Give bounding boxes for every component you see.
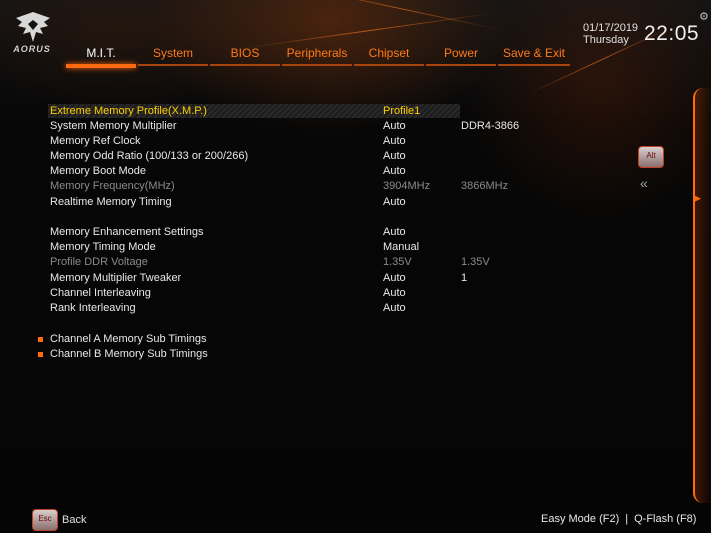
tab-underline — [498, 64, 570, 66]
setting-memory-odd-ratio[interactable]: Memory Odd Ratio (100/133 or 200/266) Au… — [50, 149, 470, 164]
setting-memory-multiplier-tweaker[interactable]: Memory Multiplier Tweaker Auto 1 — [50, 271, 470, 286]
setting-label: System Memory Multiplier — [50, 120, 177, 132]
tab-label: M.I.T. — [86, 46, 116, 60]
tab-save-exit[interactable]: Save & Exit — [498, 44, 570, 70]
back-label[interactable]: Back — [62, 514, 86, 526]
tab-underline — [426, 64, 496, 66]
tab-label: Power — [443, 46, 478, 60]
setting-current-value: DDR4-3866 — [461, 120, 520, 132]
setting-label: Memory Enhancement Settings — [50, 226, 204, 238]
footer-separator: | — [625, 513, 629, 525]
setting-memory-frequency: Memory Frequency(MHz) 3904MHz 3866MHz — [50, 179, 508, 194]
setting-realtime-memory-timing[interactable]: Realtime Memory Timing Auto — [50, 195, 470, 210]
setting-value[interactable]: Auto — [383, 286, 406, 301]
gear-icon[interactable]: ⚙ — [699, 10, 709, 23]
tab-chipset[interactable]: Chipset — [354, 44, 424, 70]
tab-label: Peripherals — [286, 46, 348, 60]
tab-bios[interactable]: BIOS — [210, 44, 280, 70]
setting-value[interactable]: Auto — [383, 149, 406, 164]
submenu-label: Channel A Memory Sub Timings — [50, 333, 207, 345]
setting-rank-interleaving[interactable]: Rank Interleaving Auto — [50, 301, 470, 316]
setting-system-memory-multiplier[interactable]: System Memory Multiplier Auto DDR4-3866 — [50, 119, 519, 134]
setting-label: Memory Ref Clock — [50, 135, 141, 147]
setting-value[interactable]: Auto — [383, 195, 406, 210]
setting-memory-enhancement[interactable]: Memory Enhancement Settings Auto — [50, 225, 470, 240]
submenu-label: Channel B Memory Sub Timings — [50, 348, 208, 360]
tab-mit[interactable]: M.I.T. — [66, 44, 136, 70]
setting-value[interactable]: Auto — [383, 119, 406, 134]
setting-current-value: 3866MHz — [461, 180, 509, 192]
setting-memory-ref-clock[interactable]: Memory Ref Clock Auto — [50, 134, 470, 149]
setting-label: Memory Odd Ratio (100/133 or 200/266) — [50, 150, 249, 162]
setting-channel-interleaving[interactable]: Channel Interleaving Auto — [50, 286, 470, 301]
footer-shortcuts: Easy Mode (F2) | Q-Flash (F8) — [541, 513, 696, 525]
tab-underline — [138, 64, 208, 66]
setting-current-value: 1.35V — [461, 256, 490, 268]
setting-label: Memory Timing Mode — [50, 241, 156, 253]
setting-label: Profile DDR Voltage — [50, 256, 148, 268]
setting-label: Rank Interleaving — [50, 302, 136, 314]
setting-value: 1.35V — [383, 256, 412, 268]
submenu-bullet-icon — [38, 337, 43, 342]
setting-value: 3904MHz — [383, 180, 431, 192]
alt-key-button[interactable]: Alt — [638, 146, 664, 168]
setting-value[interactable]: Profile1 — [383, 104, 420, 119]
setting-value[interactable]: Auto — [383, 271, 406, 286]
setting-label: Memory Frequency(MHz) — [50, 180, 175, 192]
easy-mode-link[interactable]: Easy Mode (F2) — [541, 513, 619, 525]
setting-value[interactable]: Manual — [383, 240, 419, 255]
submenu-channel-a-timings[interactable]: Channel A Memory Sub Timings — [50, 332, 470, 347]
tab-label: Save & Exit — [502, 46, 566, 60]
tab-underline — [354, 64, 424, 66]
tab-system[interactable]: System — [138, 44, 208, 70]
setting-profile-ddr-voltage: Profile DDR Voltage 1.35V 1.35V — [50, 255, 490, 270]
tab-underline — [66, 64, 136, 68]
submenu-bullet-icon — [38, 352, 43, 357]
clock-time: 22:05 — [644, 22, 700, 45]
clock-date: 01/17/2019 Thursday — [583, 22, 638, 46]
setting-current-value: 1 — [461, 272, 468, 284]
tab-peripherals[interactable]: Peripherals — [282, 44, 352, 70]
submenu-channel-b-timings[interactable]: Channel B Memory Sub Timings — [50, 347, 470, 362]
tab-underline — [210, 64, 280, 66]
tab-label: Chipset — [368, 46, 410, 60]
setting-value[interactable]: Auto — [383, 164, 406, 179]
day-text: Thursday — [583, 34, 629, 46]
side-panel-arrow-icon: ▶ — [694, 193, 701, 203]
setting-value[interactable]: Auto — [383, 301, 406, 316]
setting-label: Memory Multiplier Tweaker — [50, 272, 182, 284]
setting-label: Channel Interleaving — [50, 287, 151, 299]
setting-xmp[interactable]: Extreme Memory Profile(X.M.P.) Profile1 — [50, 104, 470, 119]
setting-memory-boot-mode[interactable]: Memory Boot Mode Auto — [50, 164, 470, 179]
setting-memory-timing-mode[interactable]: Memory Timing Mode Manual — [50, 240, 470, 255]
setting-label: Realtime Memory Timing — [50, 196, 172, 208]
date-text: 01/17/2019 — [583, 22, 639, 34]
esc-key-button[interactable]: Esc — [32, 509, 58, 531]
tab-label: BIOS — [230, 46, 260, 60]
tab-power[interactable]: Power — [426, 44, 496, 70]
setting-value[interactable]: Auto — [383, 134, 406, 149]
logo-text: AORUS — [13, 44, 51, 54]
tab-underline — [282, 64, 352, 66]
setting-label: Extreme Memory Profile(X.M.P.) — [50, 105, 207, 117]
setting-value[interactable]: Auto — [383, 225, 406, 240]
qflash-link[interactable]: Q-Flash (F8) — [634, 513, 696, 525]
setting-label: Memory Boot Mode — [50, 165, 146, 177]
side-panel-tab[interactable] — [693, 88, 711, 503]
tab-label: System — [152, 46, 193, 60]
collapse-chevron-icon[interactable]: « — [640, 175, 648, 191]
